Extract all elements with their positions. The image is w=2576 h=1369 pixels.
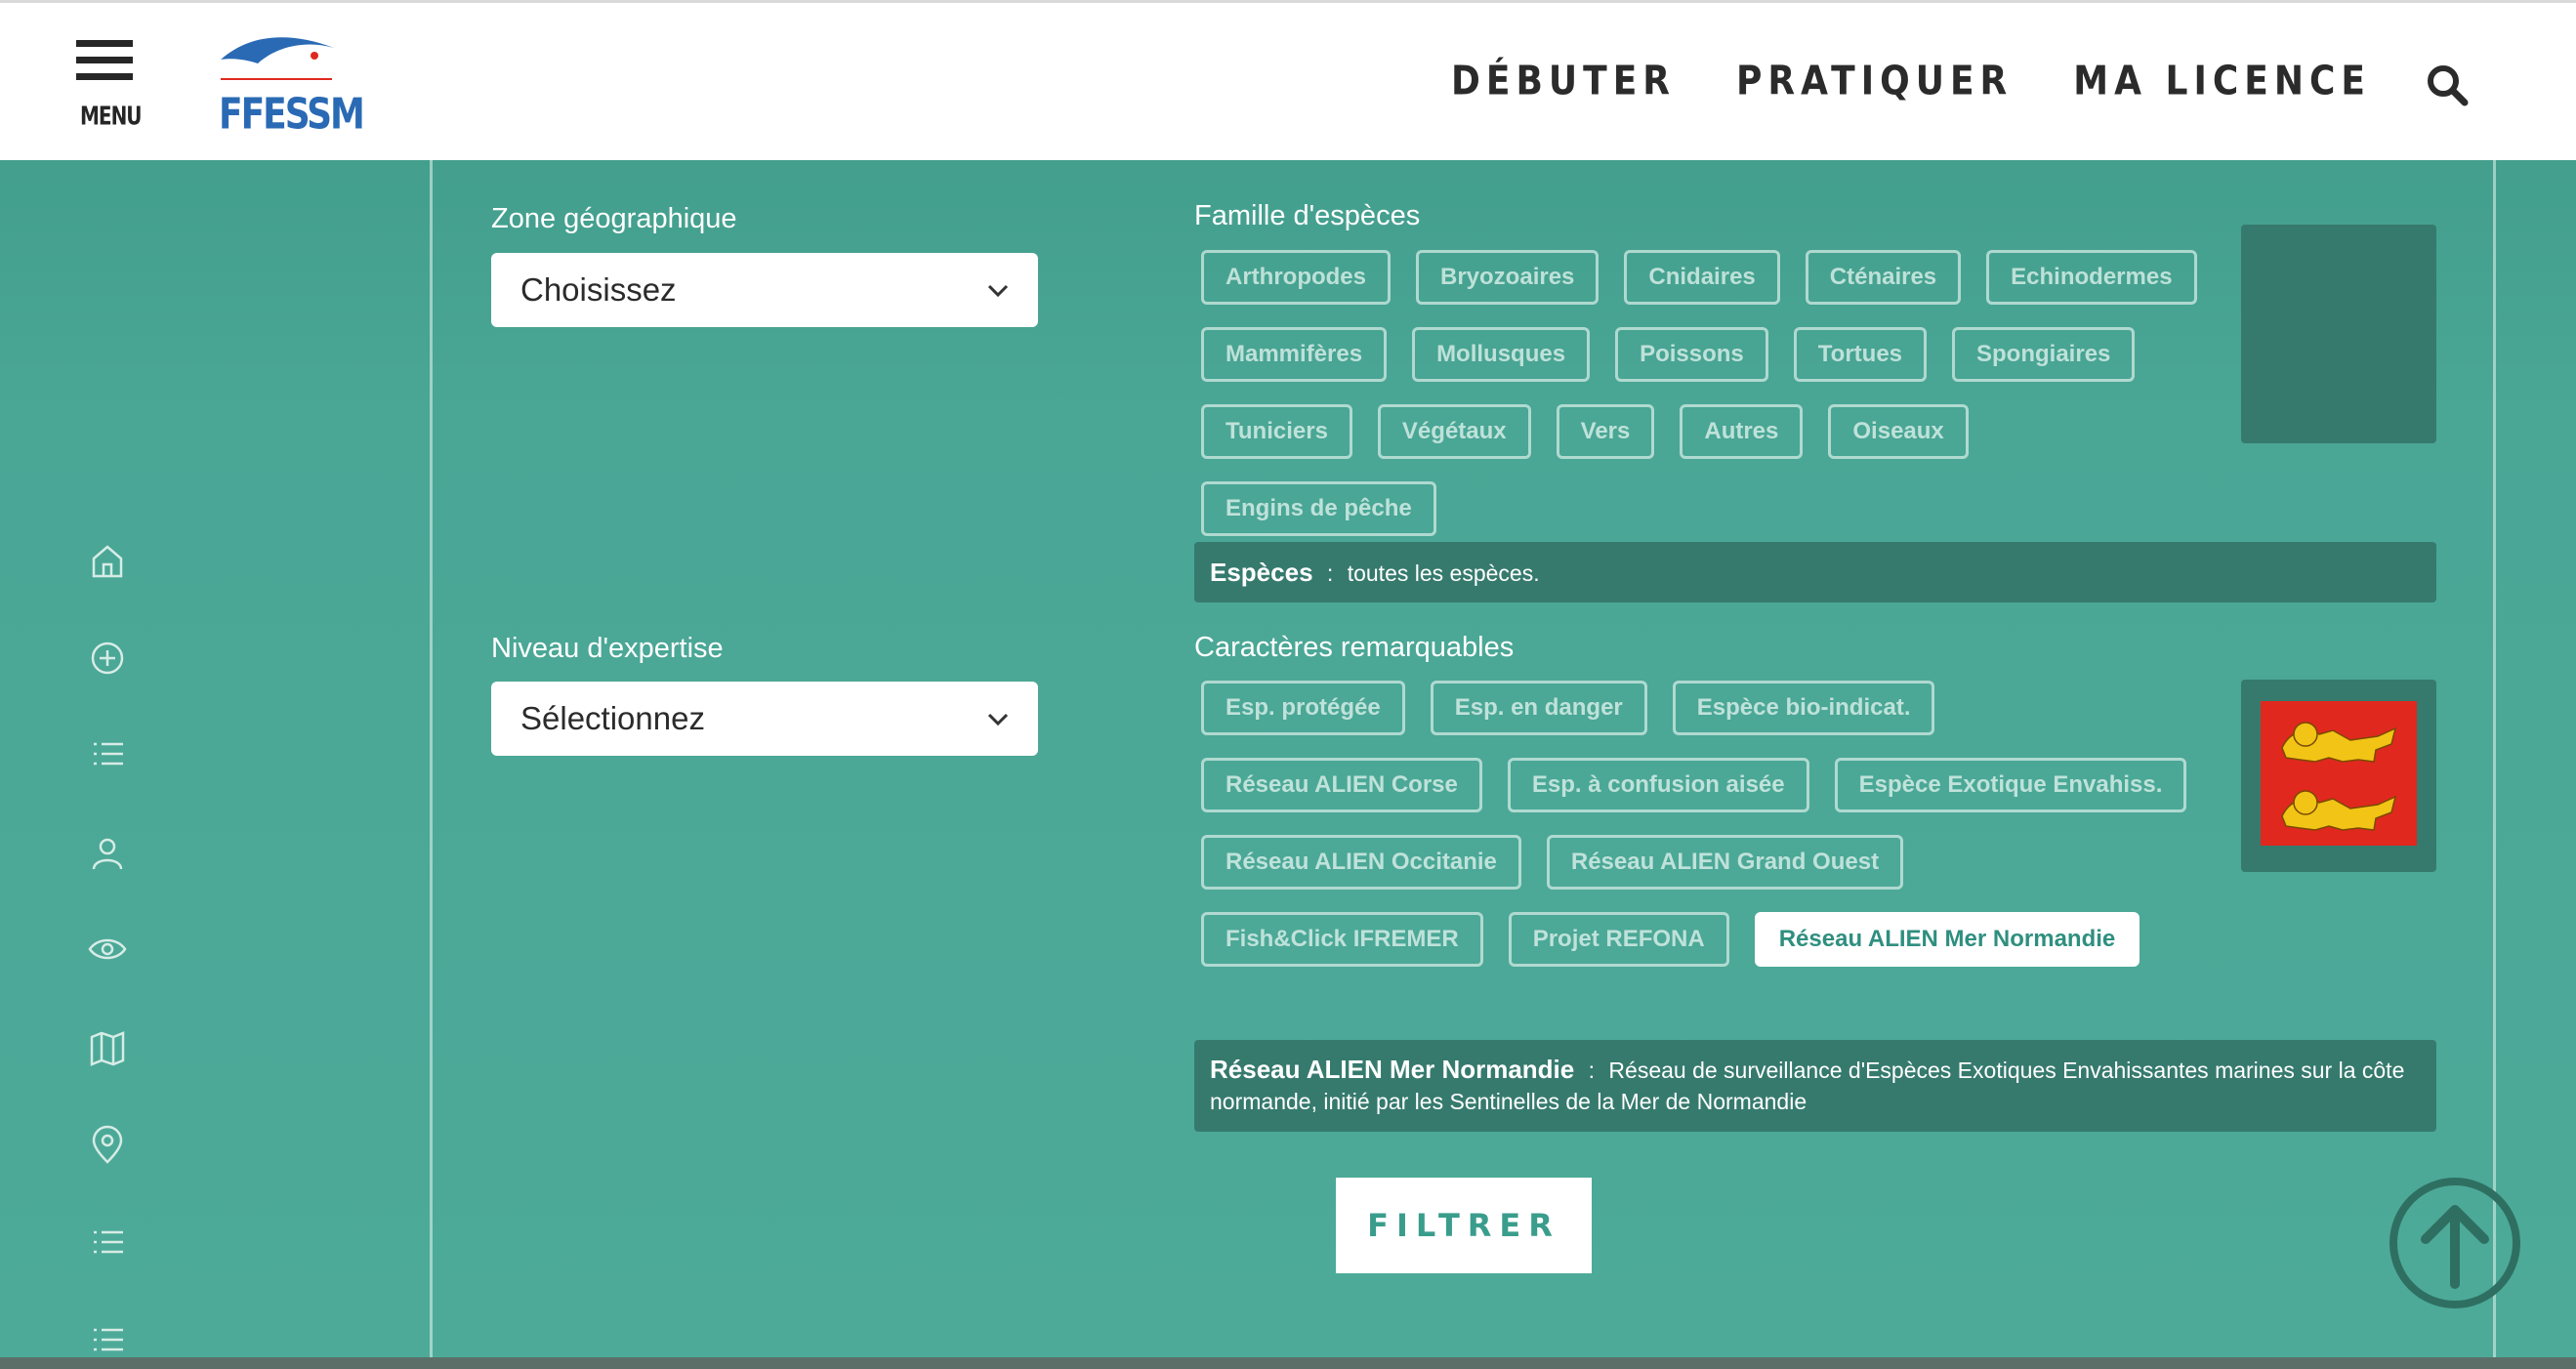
family-chip[interactable]: Mollusques (1412, 327, 1591, 382)
arrow-up-circle-icon[interactable] (2387, 1175, 2523, 1311)
list-icon[interactable] (86, 1318, 129, 1361)
logo-text: FFESSM (219, 91, 365, 140)
add-circle-icon[interactable] (86, 637, 129, 680)
trait-chip[interactable]: Réseau ALIEN Mer Normandie (1754, 912, 2140, 967)
family-chip[interactable]: Engins de pêche (1201, 481, 1436, 536)
page-bottom-strip (0, 1357, 2576, 1369)
list-icon[interactable] (86, 1221, 129, 1264)
chevron-down-icon (987, 713, 1009, 726)
family-chip[interactable]: Cnidaires (1624, 250, 1780, 305)
family-photo-placeholder (2241, 225, 2436, 443)
chevron-down-icon (987, 284, 1009, 298)
trait-chip[interactable]: Réseau ALIEN Grand Ouest (1546, 835, 1904, 890)
hamburger-icon-bar (76, 73, 133, 80)
eye-icon[interactable] (86, 928, 129, 971)
trait-chip[interactable]: Esp. protégée (1201, 681, 1405, 735)
trait-chip[interactable]: Espèce Exotique Envahiss. (1834, 758, 2187, 812)
family-chip[interactable]: Bryozoaires (1416, 250, 1600, 305)
traits-label: Caractères remarquables (1194, 632, 1515, 663)
trait-title: Réseau ALIEN Mer Normandie (1210, 1055, 1575, 1084)
hamburger-icon (76, 40, 133, 47)
location-pin-icon[interactable] (86, 1123, 129, 1166)
trait-image-box (2241, 680, 2436, 872)
family-chip[interactable]: Autres (1680, 404, 1804, 459)
family-chip[interactable]: Oiseaux (1828, 404, 1969, 459)
list-icon[interactable] (86, 732, 129, 775)
family-chip[interactable]: Spongiaires (1952, 327, 2136, 382)
family-chip[interactable]: Vers (1556, 404, 1655, 459)
filter-button[interactable]: FILTRER (1336, 1178, 1592, 1273)
nav-debuter[interactable]: DÉBUTER (1451, 59, 1676, 104)
family-label: Famille d'espèces (1194, 200, 1421, 231)
trait-chip[interactable]: Esp. en danger (1430, 681, 1647, 735)
family-chip[interactable]: Tuniciers (1201, 404, 1352, 459)
family-chip[interactable]: Mammifères (1201, 327, 1388, 382)
species-title: Espèces (1210, 558, 1313, 587)
zone-select-value: Choisissez (520, 271, 677, 308)
level-label: Niveau d'expertise (491, 633, 724, 664)
map-icon[interactable] (86, 1027, 129, 1070)
site-header: MENU FFESSM DÉBUTER PRATIQUER MA LICENCE (0, 0, 2576, 160)
family-chip-list: Arthropodes Bryozoaires Cnidaires Cténaires… (1201, 250, 2217, 536)
trait-info-bar: Réseau ALIEN Mer Normandie : Réseau de s… (1194, 1040, 2436, 1132)
species-separator: : (1326, 560, 1334, 586)
normandy-flag-icon (2261, 701, 2417, 846)
family-chip[interactable]: Cténaires (1805, 250, 1962, 305)
nav-ma-licence[interactable]: MA LICENCE (2073, 59, 2371, 104)
trait-chip[interactable]: Fish&Click IFREMER (1201, 912, 1483, 967)
search-icon[interactable] (2426, 63, 2469, 106)
wave-logo-icon (221, 37, 334, 80)
zone-label: Zone géographique (491, 203, 737, 234)
family-chip[interactable]: Poissons (1615, 327, 1768, 382)
trait-separator: : (1588, 1058, 1596, 1083)
species-info-bar: Espèces : toutes les espèces. (1194, 542, 2436, 602)
nav-pratiquer[interactable]: PRATIQUER (1736, 59, 2013, 104)
family-chip[interactable]: Arthropodes (1201, 250, 1391, 305)
hamburger-icon-bar (76, 57, 133, 63)
home-icon[interactable] (86, 539, 129, 582)
family-chip[interactable]: Végétaux (1377, 404, 1531, 459)
trait-chip[interactable]: Projet REFONA (1508, 912, 1729, 967)
level-select[interactable]: Sélectionnez (491, 682, 1038, 756)
level-select-value: Sélectionnez (520, 700, 705, 736)
main-nav: DÉBUTER PRATIQUER MA LICENCE (1451, 59, 2371, 104)
trait-chip[interactable]: Réseau ALIEN Occitanie (1201, 835, 1521, 890)
menu-label: MENU (80, 101, 143, 132)
species-description: toutes les espèces. (1347, 560, 1540, 586)
trait-chip[interactable]: Réseau ALIEN Corse (1201, 758, 1482, 812)
user-icon[interactable] (86, 832, 129, 875)
trait-chip[interactable]: Esp. à confusion aisée (1507, 758, 1809, 812)
zone-select[interactable]: Choisissez (491, 253, 1038, 327)
menu-button[interactable]: MENU (76, 40, 143, 131)
family-chip[interactable]: Echinodermes (1986, 250, 2197, 305)
trait-chip-list: Esp. protégée Esp. en danger Espèce bio-in… (1201, 681, 2207, 967)
ffessm-logo[interactable]: FFESSM (219, 30, 365, 139)
trait-chip[interactable]: Espèce bio-indicat. (1672, 681, 1935, 735)
family-chip[interactable]: Tortues (1793, 327, 1928, 382)
